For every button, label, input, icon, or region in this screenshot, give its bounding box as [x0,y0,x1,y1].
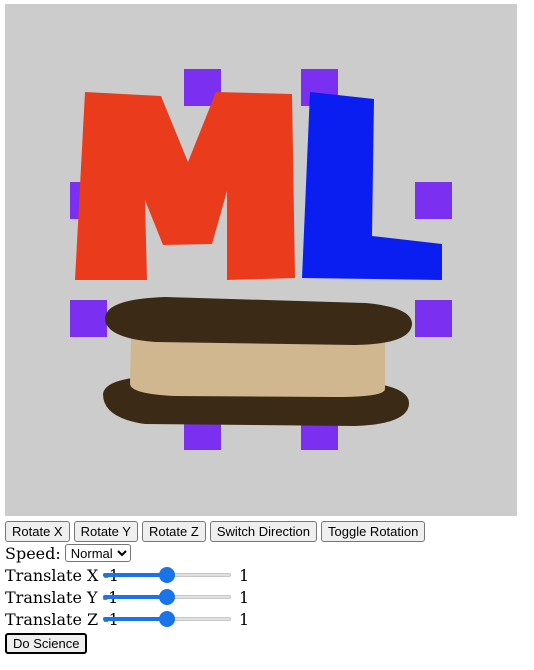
translate-y-label-group: Translate Y -1 [5,587,118,607]
translate-y-row: Translate Y -1 1 [5,586,525,608]
rotate-y-button[interactable]: Rotate Y [73,520,138,542]
slider-thumb[interactable] [159,589,175,605]
translate-x-max: 1 [239,565,250,585]
marker-mid-right-lower [415,300,452,337]
translate-z-label-group: Translate Z -1 [5,609,119,629]
translate-z-row: Translate Z -1 1 [5,608,525,630]
scene-graphic [70,69,452,450]
science-row: Do Science [5,632,525,654]
translate-y-label: Translate Y [5,587,98,607]
slider-fill [103,573,167,577]
toolbar: Rotate X Rotate Y Rotate Z Switch Direct… [5,520,525,542]
sandwich-cookie [103,297,412,426]
speed-label: Speed: [5,543,61,563]
translate-x-slider[interactable] [103,567,231,583]
translate-y-max: 1 [239,587,250,607]
translate-z-label: Translate Z [5,609,99,629]
control-panel: Rotate X Rotate Y Rotate Z Switch Direct… [5,520,525,654]
do-science-button[interactable]: Do Science [5,632,88,654]
translate-x-row: Translate X -1 1 [5,564,525,586]
speed-select[interactable]: Normal [64,544,131,562]
translate-x-label-group: Translate X -1 [5,565,119,585]
cookie-top-wafer [105,297,412,345]
marker-mid-right-upper [415,182,452,219]
marker-mid-left-lower [70,300,107,337]
translate-z-slider[interactable] [103,611,231,627]
rotate-z-button[interactable]: Rotate Z [141,520,206,542]
slider-thumb[interactable] [159,567,175,583]
switch-direction-button[interactable]: Switch Direction [209,520,318,542]
translate-y-slider[interactable] [103,589,231,605]
logo-letter-m [75,92,295,280]
speed-row: Speed: Normal [5,542,525,564]
rotate-x-button[interactable]: Rotate X [5,520,70,542]
webgl-canvas [5,4,517,516]
translate-z-max: 1 [239,609,250,629]
slider-fill [103,595,167,599]
slider-thumb[interactable] [159,611,175,627]
slider-fill [103,617,167,621]
cookie-cream [130,338,385,397]
translate-x-label: Translate X [5,565,99,585]
toggle-rotation-button[interactable]: Toggle Rotation [321,520,426,542]
